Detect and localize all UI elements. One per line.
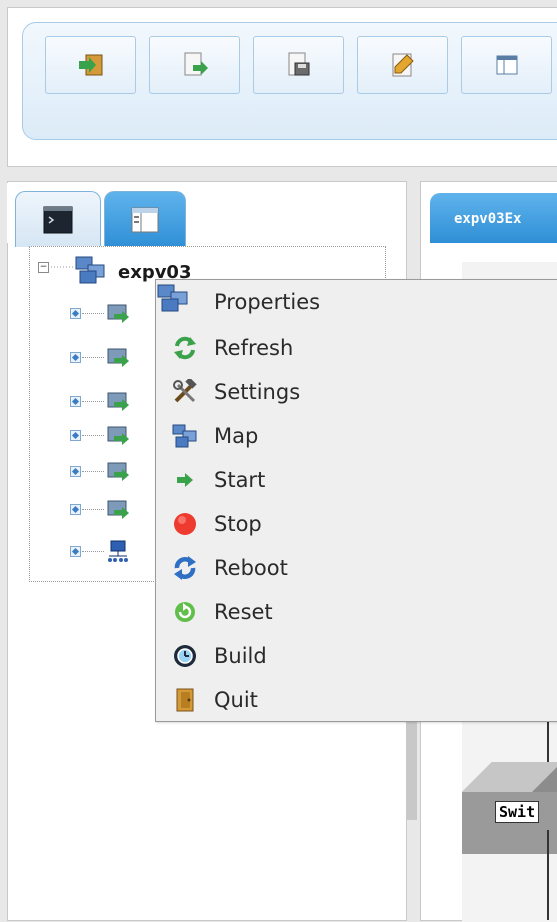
build-icon bbox=[172, 643, 198, 669]
tree-node[interactable] bbox=[70, 424, 160, 448]
toolbar bbox=[22, 22, 557, 140]
layout-icon bbox=[131, 207, 159, 232]
expand-icon[interactable] bbox=[70, 504, 81, 515]
settings-icon bbox=[172, 379, 198, 405]
tree-node[interactable] bbox=[70, 390, 160, 414]
start-icon bbox=[172, 467, 198, 493]
map-icon bbox=[172, 423, 198, 449]
refresh-icon bbox=[172, 335, 198, 361]
menu-item-quit[interactable]: Quit bbox=[156, 678, 556, 722]
save-page-icon bbox=[288, 52, 309, 76]
network-topology-icon bbox=[108, 540, 128, 562]
experiment-icon bbox=[75, 256, 105, 284]
link-line bbox=[547, 830, 549, 920]
save-page-button[interactable] bbox=[253, 36, 344, 94]
quit-icon bbox=[172, 687, 198, 713]
reset-icon bbox=[172, 599, 198, 625]
new-page-button[interactable] bbox=[149, 36, 240, 94]
expand-icon[interactable] bbox=[70, 466, 81, 477]
vm-start-icon bbox=[107, 348, 129, 367]
quit-button[interactable] bbox=[45, 36, 136, 94]
vm-start-icon bbox=[107, 500, 129, 519]
quit-icon bbox=[78, 54, 102, 76]
menu-item-properties[interactable]: Properties bbox=[156, 280, 556, 324]
menu-item-stop[interactable]: Stop bbox=[156, 502, 556, 546]
menu-item-map[interactable]: Map bbox=[156, 414, 556, 458]
vm-start-icon bbox=[107, 426, 129, 445]
layout-button[interactable] bbox=[461, 36, 552, 94]
menu-item-settings[interactable]: Settings bbox=[156, 370, 556, 414]
menu-item-start[interactable]: Start bbox=[156, 458, 556, 502]
stop-icon bbox=[172, 511, 198, 537]
tab-console[interactable] bbox=[15, 191, 101, 247]
tab-tree[interactable] bbox=[104, 191, 186, 247]
expand-icon[interactable] bbox=[70, 352, 81, 363]
vm-start-icon bbox=[107, 304, 129, 323]
tree-node[interactable] bbox=[70, 498, 160, 522]
tab-experiment-editor[interactable]: expv03Ex bbox=[430, 193, 557, 243]
expand-icon[interactable] bbox=[70, 396, 81, 407]
menu-item-build[interactable]: Build bbox=[156, 634, 556, 678]
tree-node[interactable] bbox=[70, 346, 160, 370]
properties-icon bbox=[157, 284, 188, 312]
navigator-tabs bbox=[7, 183, 405, 247]
expand-icon[interactable] bbox=[70, 308, 81, 319]
vm-start-icon bbox=[107, 462, 129, 481]
expand-icon[interactable] bbox=[70, 546, 81, 557]
menu-item-reset[interactable]: Reset bbox=[156, 590, 556, 634]
edit-icon bbox=[392, 53, 414, 77]
edit-button[interactable] bbox=[357, 36, 448, 94]
console-icon bbox=[43, 206, 73, 233]
tree-node[interactable] bbox=[70, 302, 160, 326]
expand-icon[interactable] bbox=[70, 430, 81, 441]
menu-item-reboot[interactable]: Reboot bbox=[156, 546, 556, 590]
switch-label: Swit bbox=[495, 801, 540, 823]
tree-connector bbox=[48, 266, 74, 268]
context-menu: Properties Refresh Settings Map Start St… bbox=[155, 279, 557, 722]
forward-page-icon bbox=[184, 52, 208, 76]
vm-start-icon bbox=[107, 392, 129, 411]
reboot-icon bbox=[172, 555, 198, 581]
menu-item-refresh[interactable]: Refresh bbox=[156, 326, 556, 370]
tree-node[interactable] bbox=[70, 460, 160, 484]
layout-icon bbox=[496, 55, 517, 75]
tree-node[interactable] bbox=[70, 540, 160, 564]
